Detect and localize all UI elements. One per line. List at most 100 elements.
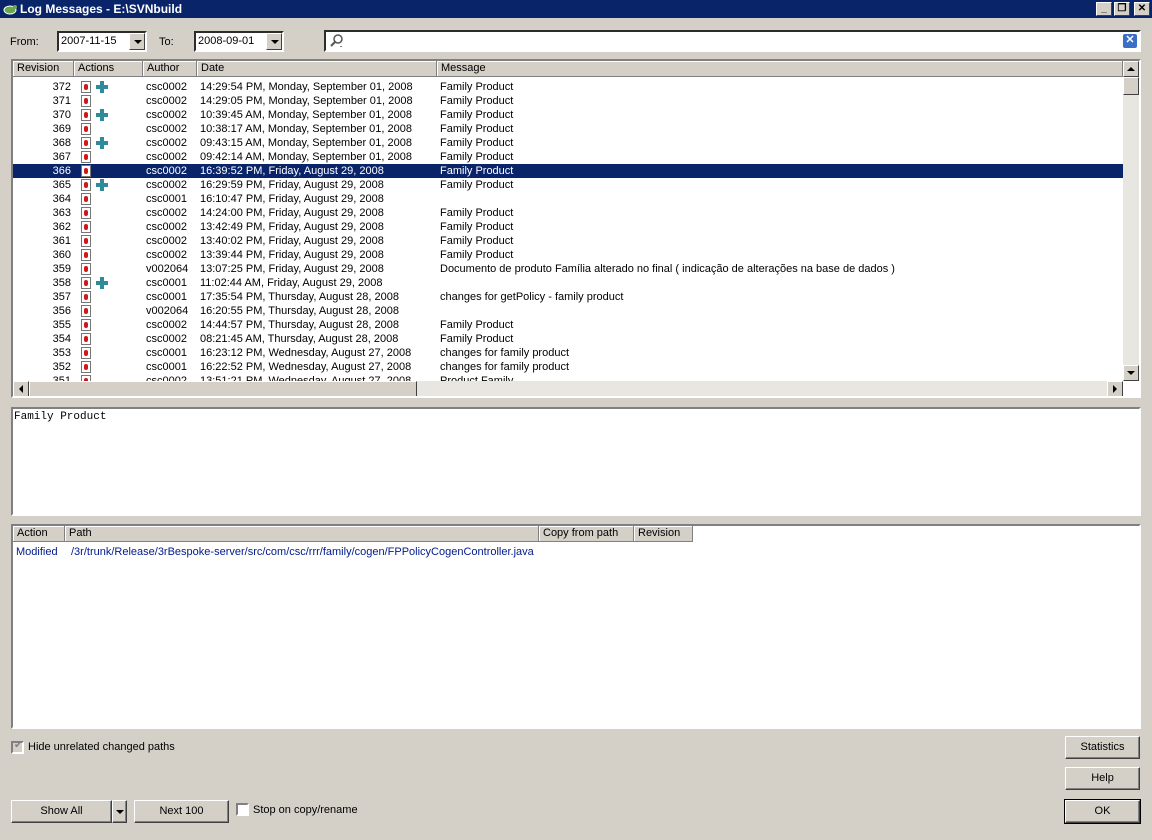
author-cell: csc0001 [146,361,187,373]
col-header-path[interactable]: Path [65,526,539,542]
author-cell: csc0001 [146,193,187,205]
log-scroll-thumb[interactable] [1123,77,1139,95]
statistics-button[interactable]: Statistics [1065,736,1140,759]
search-icon[interactable] [330,34,344,48]
from-date-value: 2007-11-15 [61,35,117,47]
stop-on-copy-label: Stop on copy/rename [253,804,358,816]
actions-cell [81,80,141,94]
revision-cell: 357 [52,291,71,303]
log-row[interactable]: 362 csc0002 13:42:49 PM, Friday, August 29… [13,220,1123,234]
help-button[interactable]: Help [1065,767,1140,790]
actions-cell [81,276,141,290]
date-cell: 17:35:54 PM, Thursday, August 28, 2008 [200,291,399,303]
log-row[interactable]: 372 csc0002 14:29:54 PM, Monday, September… [13,80,1123,94]
scroll-left-icon[interactable] [13,381,29,396]
revision-cell: 369 [52,123,71,135]
log-row[interactable]: 370 csc0002 10:39:45 AM, Monday, September… [13,108,1123,122]
scroll-up-icon[interactable] [1123,61,1139,77]
search-input[interactable]: ✕ [324,30,1141,52]
col-header-message[interactable]: Message [437,61,1123,77]
from-date-picker[interactable]: 2007-11-15 [57,31,147,52]
message-cell: Family Product [440,137,514,149]
log-row[interactable]: 365 csc0002 16:29:59 PM, Friday, August 29… [13,178,1123,192]
col-header-author[interactable]: Author [143,61,197,77]
show-all-button[interactable]: Show All [11,800,112,823]
col-header-copy-from-path[interactable]: Copy from path [539,526,634,542]
to-date-picker[interactable]: 2008-09-01 [194,31,284,52]
log-row[interactable]: 357 csc0001 17:35:54 PM, Thursday, August … [13,290,1123,304]
log-row[interactable]: 367 csc0002 09:42:14 AM, Monday, September… [13,150,1123,164]
modified-action-icon [81,291,91,303]
log-row[interactable]: 356 v002064 16:20:55 PM, Thursday, August … [13,304,1123,318]
log-row[interactable]: 364 csc0001 16:10:47 PM, Friday, August 29… [13,192,1123,206]
path-row[interactable]: Modified /3r/trunk/Release/3rBespoke-ser… [13,545,1139,559]
actions-cell [81,248,141,262]
log-row[interactable]: 352 csc0001 16:22:52 PM, Wednesday, August… [13,360,1123,374]
message-cell: Documento de produto Família alterado no… [440,263,895,275]
close-button[interactable]: ✕ [1134,2,1150,16]
actions-cell [81,318,141,332]
revision-cell: 365 [52,179,71,191]
modified-action-icon [81,95,91,107]
ok-button[interactable]: OK [1064,799,1141,824]
log-row[interactable]: 354 csc0002 08:21:45 AM, Thursday, August … [13,332,1123,346]
scroll-down-icon[interactable] [1123,365,1139,381]
revision-cell: 364 [52,193,71,205]
author-cell: csc0002 [146,375,187,381]
log-vertical-scrollbar[interactable] [1123,61,1139,381]
revision-cell: 353 [52,347,71,359]
col-header-action[interactable]: Action [13,526,65,542]
log-row[interactable]: 359 v002064 13:07:25 PM, Friday, August 29… [13,262,1123,276]
log-row[interactable]: 368 csc0002 09:43:15 AM, Monday, September… [13,136,1123,150]
scroll-right-icon[interactable] [1107,381,1123,396]
revision-cell: 351 [52,375,71,381]
log-row[interactable]: 353 csc0001 16:23:12 PM, Wednesday, August… [13,346,1123,360]
added-action-icon [96,137,108,149]
minimize-button[interactable]: _ [1096,2,1112,16]
log-row[interactable]: 360 csc0002 13:39:44 PM, Friday, August 29… [13,248,1123,262]
col-header-revision[interactable]: Revision [13,61,74,77]
author-cell: csc0002 [146,333,187,345]
log-hscroll-thumb[interactable] [29,381,417,396]
log-row[interactable]: 358 csc0001 11:02:44 AM, Friday, August 29… [13,276,1123,290]
author-cell: csc0002 [146,235,187,247]
col-header-path-revision[interactable]: Revision [634,526,693,542]
log-row[interactable]: 366 csc0002 16:39:52 PM, Friday, August 29… [13,164,1123,178]
date-cell: 16:23:12 PM, Wednesday, August 27, 2008 [200,347,412,359]
show-all-dropdown-icon[interactable] [112,800,127,823]
log-horizontal-scrollbar[interactable] [13,381,1123,396]
log-row[interactable]: 355 csc0002 14:44:57 PM, Thursday, August … [13,318,1123,332]
date-cell: 08:21:45 AM, Thursday, August 28, 2008 [200,333,399,345]
message-textarea[interactable]: Family Product [11,407,1141,516]
log-row[interactable]: 369 csc0002 10:38:17 AM, Monday, September… [13,122,1123,136]
actions-cell [81,206,141,220]
to-date-dropdown-icon[interactable] [266,33,282,50]
log-row[interactable]: 351 csc0002 13:51:21 PM, Wednesday, August… [13,374,1123,381]
from-date-dropdown-icon[interactable] [129,33,145,50]
tortoise-app-icon [3,2,17,16]
stop-on-copy-checkbox[interactable] [236,803,249,816]
author-cell: csc0002 [146,179,187,191]
next-100-button[interactable]: Next 100 [134,800,229,823]
actions-cell [81,346,141,360]
modified-action-icon [81,361,91,373]
restore-button[interactable]: ❐ [1114,2,1130,16]
clear-search-icon[interactable]: ✕ [1123,34,1137,48]
date-cell: 16:29:59 PM, Friday, August 29, 2008 [200,179,384,191]
log-rows: 372 csc0002 14:29:54 PM, Monday, September… [13,80,1123,381]
date-cell: 10:38:17 AM, Monday, September 01, 2008 [200,123,412,135]
author-cell: csc0002 [146,95,187,107]
message-cell: Family Product [440,95,514,107]
date-cell: 13:07:25 PM, Friday, August 29, 2008 [200,263,384,275]
path-value: /3r/trunk/Release/3rBespoke-server/src/c… [71,546,534,558]
hide-unrelated-checkbox[interactable]: ✔ [11,740,24,754]
col-header-actions[interactable]: Actions [74,61,143,77]
log-row[interactable]: 371 csc0002 14:29:05 PM, Monday, September… [13,94,1123,108]
col-header-date[interactable]: Date [197,61,437,77]
actions-cell [81,164,141,178]
actions-cell [81,178,141,192]
author-cell: csc0002 [146,81,187,93]
log-row[interactable]: 363 csc0002 14:24:00 PM, Friday, August 29… [13,206,1123,220]
log-row[interactable]: 361 csc0002 13:40:02 PM, Friday, August 29… [13,234,1123,248]
log-table: Revision Actions Author Date Message 372… [11,59,1141,398]
